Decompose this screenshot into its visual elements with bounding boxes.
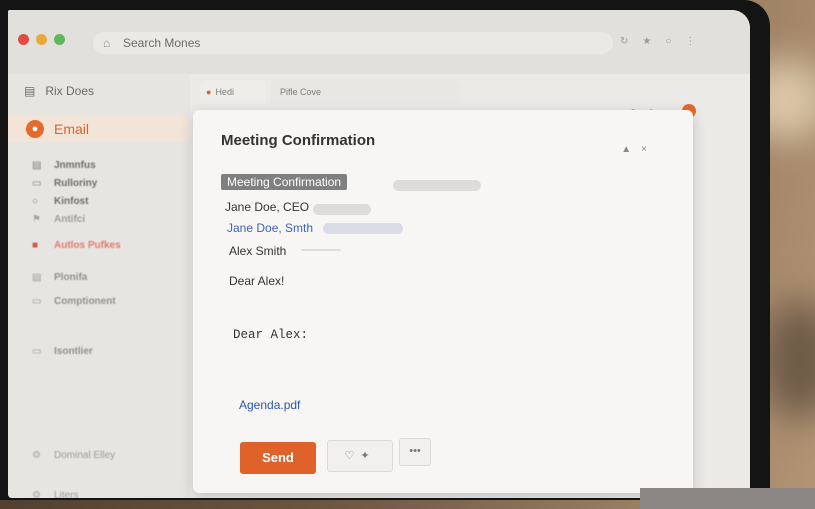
pin-icon[interactable]: ▲ bbox=[621, 144, 641, 155]
sidebar-item-settings[interactable]: ⚙ Dominal Elley bbox=[32, 450, 115, 461]
bcc-underline bbox=[301, 249, 341, 251]
tab-label: Pifle Cove bbox=[280, 87, 322, 97]
laptop-bezel: ⌂ Search Mones ↻★○⋮ ▤ Rix Does ● Email ▤ Jn… bbox=[0, 0, 770, 500]
subject-placeholder-bar bbox=[393, 180, 481, 191]
sidebar-item-file[interactable]: ▤ Plonifa bbox=[32, 272, 87, 283]
settings-icon: ⚙ bbox=[32, 490, 41, 498]
laptop-base bbox=[640, 488, 815, 509]
tab-hedi[interactable]: ● Hedi bbox=[200, 80, 266, 104]
sidebar-header-label: Rix Does bbox=[45, 84, 95, 98]
user-icon: ● bbox=[26, 120, 44, 138]
sidebar-item-inbox[interactable]: ▤ Jnmnfus bbox=[32, 160, 96, 171]
to-field[interactable]: Jane Doe, CEO bbox=[225, 200, 309, 214]
heart-icon[interactable]: ♡ bbox=[344, 450, 360, 462]
folder-icon: ▤ bbox=[24, 84, 36, 98]
sidebar-item-label: Email bbox=[54, 121, 90, 137]
format-toolbar: ♡✦ bbox=[327, 440, 393, 472]
inbox-icon: ▤ bbox=[32, 160, 42, 171]
folder-icon: ▭ bbox=[32, 296, 42, 307]
browser-toolbar-icons: ↻★○⋮ bbox=[620, 36, 709, 47]
sidebar-item-label: Autlos Pufkes bbox=[54, 240, 121, 251]
sidebar-item-label: Dominal Elley bbox=[54, 450, 116, 461]
sidebar-item-label: Kinfost bbox=[54, 196, 89, 207]
settings-icon: ⚙ bbox=[32, 450, 41, 461]
compose-window: Meeting Confirmation ▲× Meeting Confirma… bbox=[193, 110, 693, 493]
sidebar-header[interactable]: ▤ Rix Does bbox=[24, 84, 94, 98]
star-icon[interactable]: ★ bbox=[642, 36, 665, 47]
bcc-field[interactable]: Alex Smith bbox=[229, 244, 286, 258]
sidebar-item-label: Rulloriny bbox=[54, 178, 98, 189]
sidebar-item-circle[interactable]: ○ Kinfost bbox=[32, 196, 88, 207]
body-greeting-formal[interactable]: Dear Alex: bbox=[233, 328, 308, 342]
folder-icon: ▭ bbox=[32, 178, 42, 189]
tab-strip: ● Hedi Pifle Cove bbox=[190, 74, 750, 104]
address-text: Search Mones bbox=[123, 36, 201, 50]
cc-placeholder-bar bbox=[323, 223, 403, 234]
reload-icon[interactable]: ↻ bbox=[620, 36, 642, 47]
sidebar-item-alert[interactable]: ■ Autlos Pufkes bbox=[32, 240, 121, 251]
sidebar: ▤ Rix Does ● Email ▤ Jnmnfus ▭ Rulloriny ○ K… bbox=[8, 74, 190, 498]
tag-icon: ⚑ bbox=[32, 214, 41, 225]
sidebar-item-email[interactable]: ● Email bbox=[8, 116, 190, 142]
attachment-link[interactable]: Agenda.pdf bbox=[239, 398, 300, 412]
window-maximize-button[interactable] bbox=[54, 34, 65, 45]
send-button[interactable]: Send bbox=[240, 442, 316, 474]
sidebar-item-label: Antifci bbox=[54, 214, 86, 225]
browser-chrome: ⌂ Search Mones ↻★○⋮ bbox=[8, 10, 750, 74]
body-greeting[interactable]: Dear Alex! bbox=[229, 274, 284, 288]
home-icon: ⌂ bbox=[103, 36, 111, 50]
compose-title: Meeting Confirmation bbox=[221, 132, 376, 149]
sidebar-item-folder-3[interactable]: ▭ Isontlier bbox=[32, 346, 93, 357]
alert-icon: ■ bbox=[32, 240, 39, 251]
window-close-button[interactable] bbox=[18, 34, 29, 45]
sidebar-item-settings-2[interactable]: ⚙ Liters bbox=[32, 490, 78, 498]
folder-icon: ▭ bbox=[32, 346, 42, 357]
file-icon: ▤ bbox=[32, 272, 42, 283]
sidebar-item-folder[interactable]: ▭ Rulloriny bbox=[32, 178, 97, 189]
sidebar-item-label: Isontlier bbox=[54, 346, 93, 357]
sidebar-item-label: Comptionent bbox=[54, 296, 116, 307]
window-minimize-button[interactable] bbox=[36, 34, 47, 45]
circle-icon: ○ bbox=[32, 196, 39, 207]
sidebar-item-folder-2[interactable]: ▭ Comptionent bbox=[32, 296, 116, 307]
subject-field[interactable]: Meeting Confirmation bbox=[221, 174, 348, 190]
cc-field[interactable]: Jane Doe, Smth bbox=[227, 221, 313, 235]
address-bar[interactable]: ⌂ Search Mones bbox=[93, 32, 613, 54]
compose-window-controls: ▲× bbox=[621, 144, 657, 155]
attach-icon[interactable]: ✦ bbox=[360, 450, 375, 462]
sidebar-item-label: Liters bbox=[54, 490, 79, 498]
extensions-icon[interactable]: ○ bbox=[665, 36, 685, 47]
screen: ⌂ Search Mones ↻★○⋮ ▤ Rix Does ● Email ▤ Jn… bbox=[8, 10, 750, 498]
sidebar-item-label: Plonifa bbox=[54, 272, 88, 283]
sidebar-item-tag[interactable]: ⚑ Antifci bbox=[32, 214, 85, 225]
sidebar-item-label: Jnmnfus bbox=[54, 160, 96, 171]
close-icon[interactable]: × bbox=[641, 144, 657, 155]
tab-pifle-cove[interactable]: Pifle Cove bbox=[270, 80, 460, 104]
to-placeholder-bar bbox=[313, 204, 371, 215]
menu-icon[interactable]: ⋮ bbox=[685, 36, 709, 47]
more-options-button[interactable]: ••• bbox=[399, 438, 431, 466]
home-icon: ● bbox=[206, 87, 212, 97]
tab-label: Hedi bbox=[215, 87, 234, 97]
